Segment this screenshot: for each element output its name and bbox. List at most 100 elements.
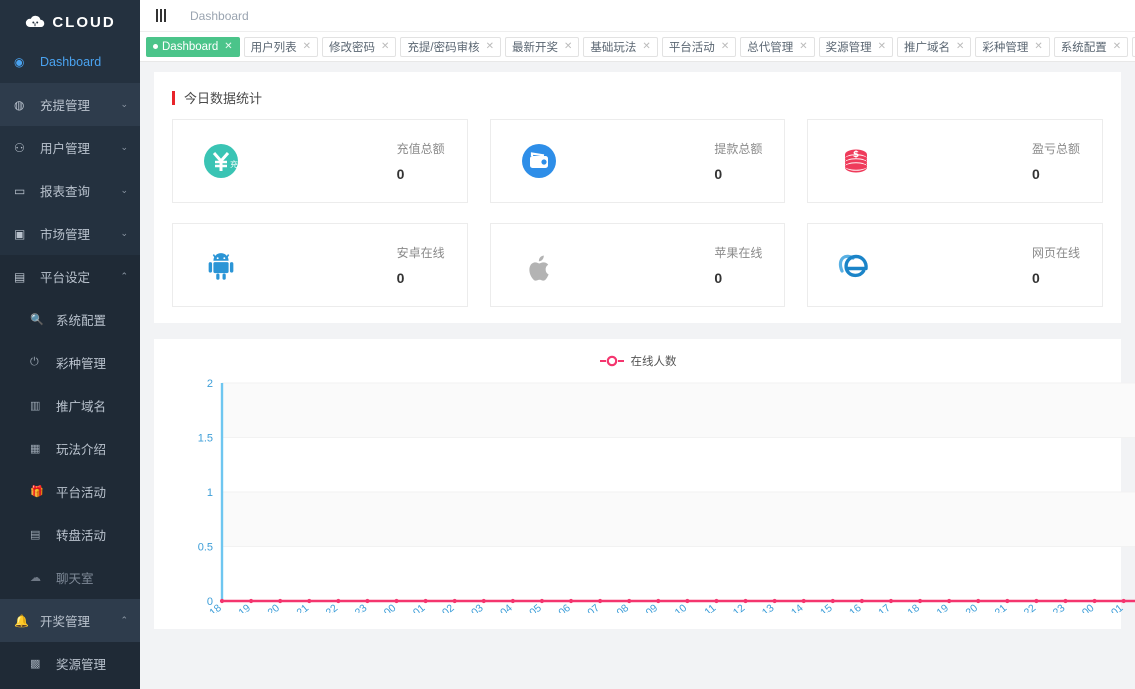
top-bar: Dashboard bbox=[140, 0, 1135, 32]
sidebar-item-label: 充提管理 bbox=[34, 95, 120, 114]
tab-label: 充提/密码审核 bbox=[407, 39, 479, 55]
tab-deposit-password-review[interactable]: 充提/密码审核 ✕ bbox=[400, 37, 501, 57]
app-root: CLOUD ◉ Dashboard ◍ 充提管理 ⌄ ⚇ 用户管理 ⌄ ▭ 报表… bbox=[0, 0, 1135, 689]
tab-platform-activity[interactable]: 平台活动 ✕ bbox=[662, 37, 736, 57]
internet-explorer-icon bbox=[834, 243, 878, 287]
breadcrumb: Dashboard bbox=[176, 9, 249, 23]
chart-legend: 在线人数 bbox=[154, 347, 1121, 369]
tab-promo-domain[interactable]: 推广域名 ✕ bbox=[897, 37, 971, 57]
stat-card-value: 0 bbox=[714, 270, 762, 286]
hamburger-icon[interactable] bbox=[146, 9, 176, 22]
tab-label: 最新开奖 bbox=[512, 39, 558, 55]
close-icon[interactable]: ✕ bbox=[301, 41, 311, 52]
sidebar-subitem-label: 推广域名 bbox=[48, 396, 106, 415]
tab-lottery-type[interactable]: 彩种管理 ✕ bbox=[975, 37, 1049, 57]
main-area: Dashboard Dashboard ✕ 用户列表 ✕ 修改密码 ✕ 充提/密… bbox=[140, 0, 1135, 689]
market-icon: ▣ bbox=[14, 227, 34, 241]
close-icon[interactable]: ✕ bbox=[876, 41, 886, 52]
dashboard-icon: ◉ bbox=[14, 55, 34, 69]
stat-card-withdraw-total: 提款总额 0 bbox=[490, 119, 786, 203]
sidebar-subitem-promo-domain[interactable]: ▥ 推广域名 bbox=[0, 384, 140, 427]
chevron-down-icon: ⌄ bbox=[120, 228, 140, 239]
sidebar-subitem-latest-draw[interactable]: ▣ 最新开奖 bbox=[0, 685, 140, 689]
stat-card-info: 提款总额 0 bbox=[714, 140, 762, 182]
svg-text:$: $ bbox=[853, 150, 859, 160]
sidebar-item-label: 报表查询 bbox=[34, 181, 120, 200]
chart-svg: 00.511.5203-29 1803-29 1903-29 2003-29 2… bbox=[154, 373, 1135, 613]
tab-label: 基础玩法 bbox=[590, 39, 636, 55]
stat-card-info: 网页在线 0 bbox=[1032, 244, 1080, 286]
stat-card-title: 苹果在线 bbox=[714, 244, 762, 270]
svg-text:1: 1 bbox=[207, 487, 213, 499]
close-icon[interactable]: ✕ bbox=[954, 41, 964, 52]
sidebar-item-dashboard[interactable]: ◉ Dashboard bbox=[0, 40, 140, 83]
tab-basic-gameplay[interactable]: 基础玩法 ✕ bbox=[583, 37, 657, 57]
tab-label: 平台活动 bbox=[669, 39, 715, 55]
gift-icon: 🎁 bbox=[30, 485, 48, 498]
brand-logo[interactable]: CLOUD bbox=[0, 0, 140, 40]
stat-card-title: 网页在线 bbox=[1032, 244, 1080, 270]
sidebar-item-label: 开奖管理 bbox=[34, 611, 120, 630]
stat-card-title: 盈亏总额 bbox=[1032, 140, 1080, 166]
close-icon[interactable]: ✕ bbox=[379, 41, 389, 52]
tab-agent-management[interactable]: 总代管理 ✕ bbox=[740, 37, 814, 57]
wallet-withdraw-icon bbox=[517, 139, 561, 183]
stat-card-value: 0 bbox=[397, 270, 445, 286]
sidebar-subitem-chatroom[interactable]: ☁ 聊天室 bbox=[0, 556, 140, 599]
sidebar-subitem-prize-source[interactable]: ▩ 奖源管理 bbox=[0, 642, 140, 685]
sidebar-item-market-management[interactable]: ▣ 市场管理 ⌄ bbox=[0, 212, 140, 255]
sidebar-subitem-system-config[interactable]: 🔍 系统配置 bbox=[0, 298, 140, 341]
chart-plot-area: 00.511.5203-29 1803-29 1903-29 2003-29 2… bbox=[154, 373, 1121, 613]
sidebar-subitem-platform-activity[interactable]: 🎁 平台活动 bbox=[0, 470, 140, 513]
sidebar-subitem-lottery-type[interactable]: ⏻ 彩种管理 bbox=[0, 341, 140, 384]
clipboard-icon: ▤ bbox=[30, 528, 48, 541]
sidebar-subitem-wheel-activity[interactable]: ▤ 转盘活动 bbox=[0, 513, 140, 556]
power-icon: ⏻ bbox=[30, 356, 48, 369]
stat-card-android-online: 安卓在线 0 bbox=[172, 223, 468, 307]
sidebar-item-platform-settings[interactable]: ▤ 平台设定 ⌃ bbox=[0, 255, 140, 298]
sidebar-subitem-label: 奖源管理 bbox=[48, 654, 106, 673]
close-icon[interactable]: ✕ bbox=[797, 41, 807, 52]
sidebar-item-report-query[interactable]: ▭ 报表查询 ⌄ bbox=[0, 169, 140, 212]
stat-card-title: 提款总额 bbox=[714, 140, 762, 166]
brand-name: CLOUD bbox=[52, 14, 115, 31]
stat-card-info: 安卓在线 0 bbox=[397, 244, 445, 286]
close-icon[interactable]: ✕ bbox=[640, 41, 650, 52]
svg-text:2: 2 bbox=[207, 378, 213, 390]
tab-system-config[interactable]: 系统配置 ✕ bbox=[1054, 37, 1128, 57]
sidebar: CLOUD ◉ Dashboard ◍ 充提管理 ⌄ ⚇ 用户管理 ⌄ ▭ 报表… bbox=[0, 0, 140, 689]
tab-prize-source[interactable]: 奖源管理 ✕ bbox=[819, 37, 893, 57]
sidebar-subitem-gameplay-intro[interactable]: ▦ 玩法介绍 bbox=[0, 427, 140, 470]
sidebar-subitem-label: 玩法介绍 bbox=[48, 439, 106, 458]
close-icon[interactable]: ✕ bbox=[1032, 41, 1042, 52]
sidebar-subitem-label: 彩种管理 bbox=[48, 353, 106, 372]
source-icon: ▩ bbox=[30, 657, 48, 670]
close-icon[interactable]: ✕ bbox=[484, 41, 494, 52]
tab-latest-draw[interactable]: 最新开奖 ✕ bbox=[505, 37, 579, 57]
svg-text:03-29 18: 03-29 18 bbox=[184, 602, 224, 613]
bell-icon: 🔔 bbox=[14, 614, 34, 628]
yen-recharge-icon: 充 bbox=[199, 139, 243, 183]
chevron-down-icon: ⌄ bbox=[120, 99, 140, 110]
active-dot-icon bbox=[153, 44, 158, 49]
close-icon[interactable]: ✕ bbox=[562, 41, 572, 52]
sidebar-item-user-management[interactable]: ⚇ 用户管理 ⌄ bbox=[0, 126, 140, 169]
sidebar-item-label: 平台设定 bbox=[34, 267, 120, 286]
close-icon[interactable]: ✕ bbox=[1111, 41, 1121, 52]
section-title-text: 今日数据统计 bbox=[184, 88, 262, 107]
tab-dashboard[interactable]: Dashboard ✕ bbox=[146, 37, 240, 57]
sidebar-subitem-label: 平台活动 bbox=[48, 482, 106, 501]
sidebar-subitem-label: 聊天室 bbox=[48, 568, 94, 587]
sidebar-item-lottery-management[interactable]: 🔔 开奖管理 ⌃ bbox=[0, 599, 140, 642]
stat-card-value: 0 bbox=[397, 166, 445, 182]
close-icon[interactable]: ✕ bbox=[719, 41, 729, 52]
tab-user-list[interactable]: 用户列表 ✕ bbox=[244, 37, 318, 57]
stat-cards-row-2: 安卓在线 0 苹果在线 0 bbox=[168, 223, 1107, 307]
stat-card-web-online: 网页在线 0 bbox=[807, 223, 1103, 307]
legend-marker-icon[interactable] bbox=[599, 355, 625, 367]
legend-label: 在线人数 bbox=[631, 353, 677, 369]
chat-icon: ☁ bbox=[30, 571, 48, 584]
tab-change-password[interactable]: 修改密码 ✕ bbox=[322, 37, 396, 57]
sidebar-item-deposit-withdraw[interactable]: ◍ 充提管理 ⌄ bbox=[0, 83, 140, 126]
close-icon[interactable]: ✕ bbox=[222, 41, 232, 52]
